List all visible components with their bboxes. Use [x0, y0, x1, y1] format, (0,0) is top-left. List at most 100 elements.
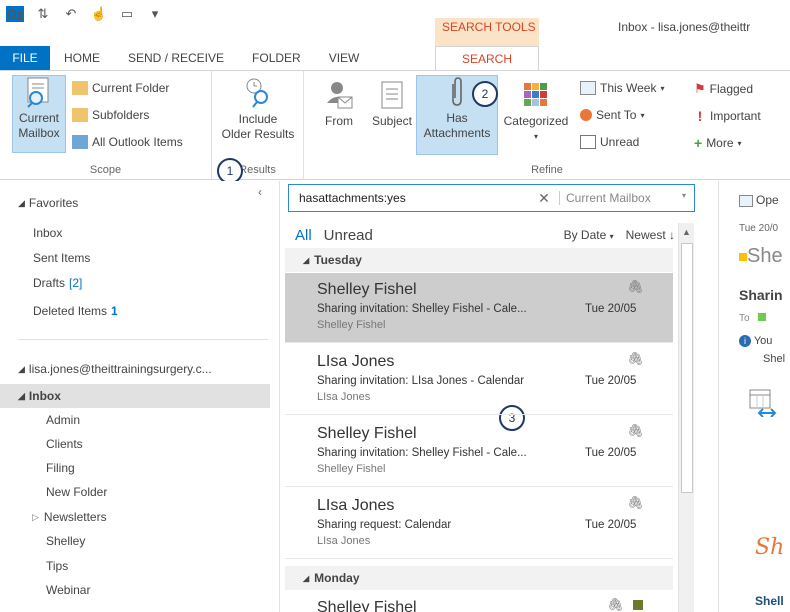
categorized-button[interactable]: Categorized ▾	[498, 79, 574, 144]
sort-order[interactable]: Newest ↓	[626, 228, 675, 242]
message-date: Tue 20/05	[585, 303, 637, 315]
clipboard-icon[interactable]: ▭	[118, 6, 136, 22]
message-date: Tue 20/05	[585, 447, 637, 459]
sidebar-item-label: Clients	[46, 437, 83, 451]
sidebar-item-filing[interactable]: Filing	[0, 456, 270, 480]
list-item[interactable]: Shelley Fishel 🖇	[285, 591, 673, 612]
search-box[interactable]: hasattachments:yes ✕ Current Mailbox ▾	[288, 184, 695, 212]
sidebar-item-deleted-items[interactable]: Deleted Items 1	[0, 299, 270, 323]
subfolders-button[interactable]: Subfolders	[72, 108, 149, 122]
filter-all[interactable]: All	[295, 227, 312, 244]
info-icon: i	[739, 335, 751, 347]
sidebar-item-label: Inbox	[28, 389, 61, 403]
unread-label: Unread	[600, 135, 640, 149]
scrollbar-thumb[interactable]	[681, 243, 693, 493]
send-receive-icon[interactable]: ⇅	[34, 6, 52, 22]
tab-send-receive[interactable]: SEND / RECEIVE	[114, 46, 238, 70]
account-header[interactable]: ◢ lisa.jones@theittrainingsurgery.c...	[0, 357, 270, 381]
message-date: Tue 20/05	[585, 375, 637, 387]
document-icon	[376, 79, 408, 111]
sent-to-button[interactable]: Sent To ▾	[580, 108, 645, 122]
sidebar-item-clients[interactable]: Clients	[0, 432, 270, 456]
quick-access-toolbar: Oz ⇅ ↶ ☝ ▭ ▾	[6, 4, 164, 24]
flag-icon: ⚑	[694, 81, 706, 96]
account-label: lisa.jones@theittrainingsurgery.c...	[28, 362, 212, 376]
scope-group: Current Mailbox Current Folder Subfolder…	[0, 71, 212, 179]
open-label: Ope	[756, 193, 779, 207]
refine-group: From Subject Has Attachments Categorized…	[304, 71, 790, 179]
recipient-square-icon	[758, 313, 767, 321]
sidebar-item-inbox-main[interactable]: ◢ Inbox	[0, 384, 270, 408]
expand-triangle-icon: ◢	[303, 573, 310, 583]
all-outlook-items-button[interactable]: All Outlook Items	[72, 135, 183, 149]
sidebar-item-admin[interactable]: Admin	[0, 408, 270, 432]
search-scope-dropdown[interactable]: Current Mailbox ▾	[559, 191, 694, 205]
sidebar-item-label: Webinar	[46, 583, 91, 597]
favorites-header[interactable]: ◢ Favorites	[0, 191, 270, 215]
current-folder-button[interactable]: Current Folder	[72, 81, 169, 95]
calendar-icon	[580, 81, 596, 95]
include-older-results-button[interactable]: Include Older Results	[218, 77, 298, 142]
sender-name: Shelley Fishel	[317, 425, 417, 442]
collapsed-triangle-icon[interactable]: ▷	[32, 512, 39, 523]
clear-search-icon[interactable]: ✕	[529, 190, 559, 207]
group-header-monday[interactable]: ◢ Monday	[285, 566, 673, 590]
list-item[interactable]: Shelley Fishel Sharing invitation: Shell…	[285, 273, 673, 343]
reading-pane: Ope Tue 20/0 She Sharin To i You Shel Sh…	[718, 181, 790, 612]
search-input[interactable]: hasattachments:yes	[289, 191, 529, 205]
sidebar-item-new-folder[interactable]: New Folder	[0, 480, 270, 504]
message-preview: Shelley Fishel	[317, 319, 386, 331]
favorites-label: Favorites	[28, 196, 79, 210]
subject-button[interactable]: Subject	[368, 79, 416, 129]
message-subject: Sharing invitation: Shelley Fishel - Cal…	[317, 447, 527, 459]
sidebar-item-inbox[interactable]: Inbox	[0, 221, 270, 245]
from-button[interactable]: From	[314, 79, 364, 129]
tab-home[interactable]: HOME	[50, 46, 114, 70]
mailbox-search-icon	[23, 76, 55, 108]
sidebar-item-webinar[interactable]: Webinar	[0, 578, 270, 602]
subfolders-label: Subfolders	[92, 108, 150, 122]
sidebar-item-tips[interactable]: Tips	[0, 554, 270, 578]
tab-folder[interactable]: FOLDER	[238, 46, 315, 70]
attachments-label: Attachments	[423, 126, 491, 140]
current-mailbox-button[interactable]: Current Mailbox	[12, 75, 66, 153]
sidebar-item-drafts[interactable]: Drafts [2]	[0, 271, 270, 295]
list-item[interactable]: Shelley Fishel Sharing invitation: Shell…	[285, 417, 673, 487]
sidebar-item-newsletters[interactable]: ▷ Newsletters	[0, 505, 270, 529]
this-week-button[interactable]: This Week ▾	[580, 81, 664, 95]
sort-controls: By Date ▾ Newest ↓	[564, 228, 675, 242]
paperclip-icon: 🖇	[627, 279, 644, 294]
list-item[interactable]: LIsa Jones Sharing request: Calendar LIs…	[285, 489, 673, 559]
important-button[interactable]: ! Important	[694, 108, 761, 124]
filter-unread[interactable]: Unread	[324, 227, 373, 244]
all-items-icon	[72, 135, 88, 149]
customize-qat-icon[interactable]: ▾	[146, 6, 164, 22]
flagged-button[interactable]: ⚑ Flagged	[694, 81, 753, 97]
undo-icon[interactable]: ↶	[62, 6, 80, 22]
group-header-tuesday[interactable]: ◢ Tuesday	[285, 248, 673, 272]
more-dropdown-icon: ▾	[737, 138, 742, 148]
tab-search[interactable]: SEARCH	[435, 46, 539, 71]
sidebar-item-shelley[interactable]: Shelley	[0, 529, 270, 553]
open-calendar-link[interactable]: Ope	[739, 193, 790, 207]
message-list-scrollbar[interactable]: ▲	[678, 223, 694, 612]
has-label: Has	[446, 111, 468, 125]
reading-subject: Sharin	[739, 287, 783, 303]
sidebar-item-sent-items[interactable]: Sent Items	[0, 246, 270, 270]
sort-by-date[interactable]: By Date ▾	[564, 228, 614, 242]
share-calendar-icon[interactable]	[749, 389, 777, 418]
list-item[interactable]: LIsa Jones Sharing invitation: LIsa Jone…	[285, 345, 673, 415]
sidebar-item-label: Newsletters	[43, 510, 107, 524]
info-text: You	[753, 335, 773, 347]
touch-mode-icon[interactable]: ☝	[90, 6, 108, 22]
paperclip-icon: 🖇	[627, 495, 644, 510]
tab-file[interactable]: FILE	[0, 46, 50, 70]
scroll-up-icon[interactable]: ▲	[679, 223, 694, 241]
current-mailbox-label: Current Mailbox	[18, 111, 60, 140]
sent-to-label: Sent To	[596, 108, 637, 122]
more-button[interactable]: + More ▾	[694, 135, 742, 151]
reading-sender: She	[739, 245, 790, 268]
outlook-logo-icon: Oz	[6, 6, 24, 22]
unread-filter-button[interactable]: Unread	[580, 135, 639, 149]
tab-view[interactable]: VIEW	[315, 46, 374, 70]
